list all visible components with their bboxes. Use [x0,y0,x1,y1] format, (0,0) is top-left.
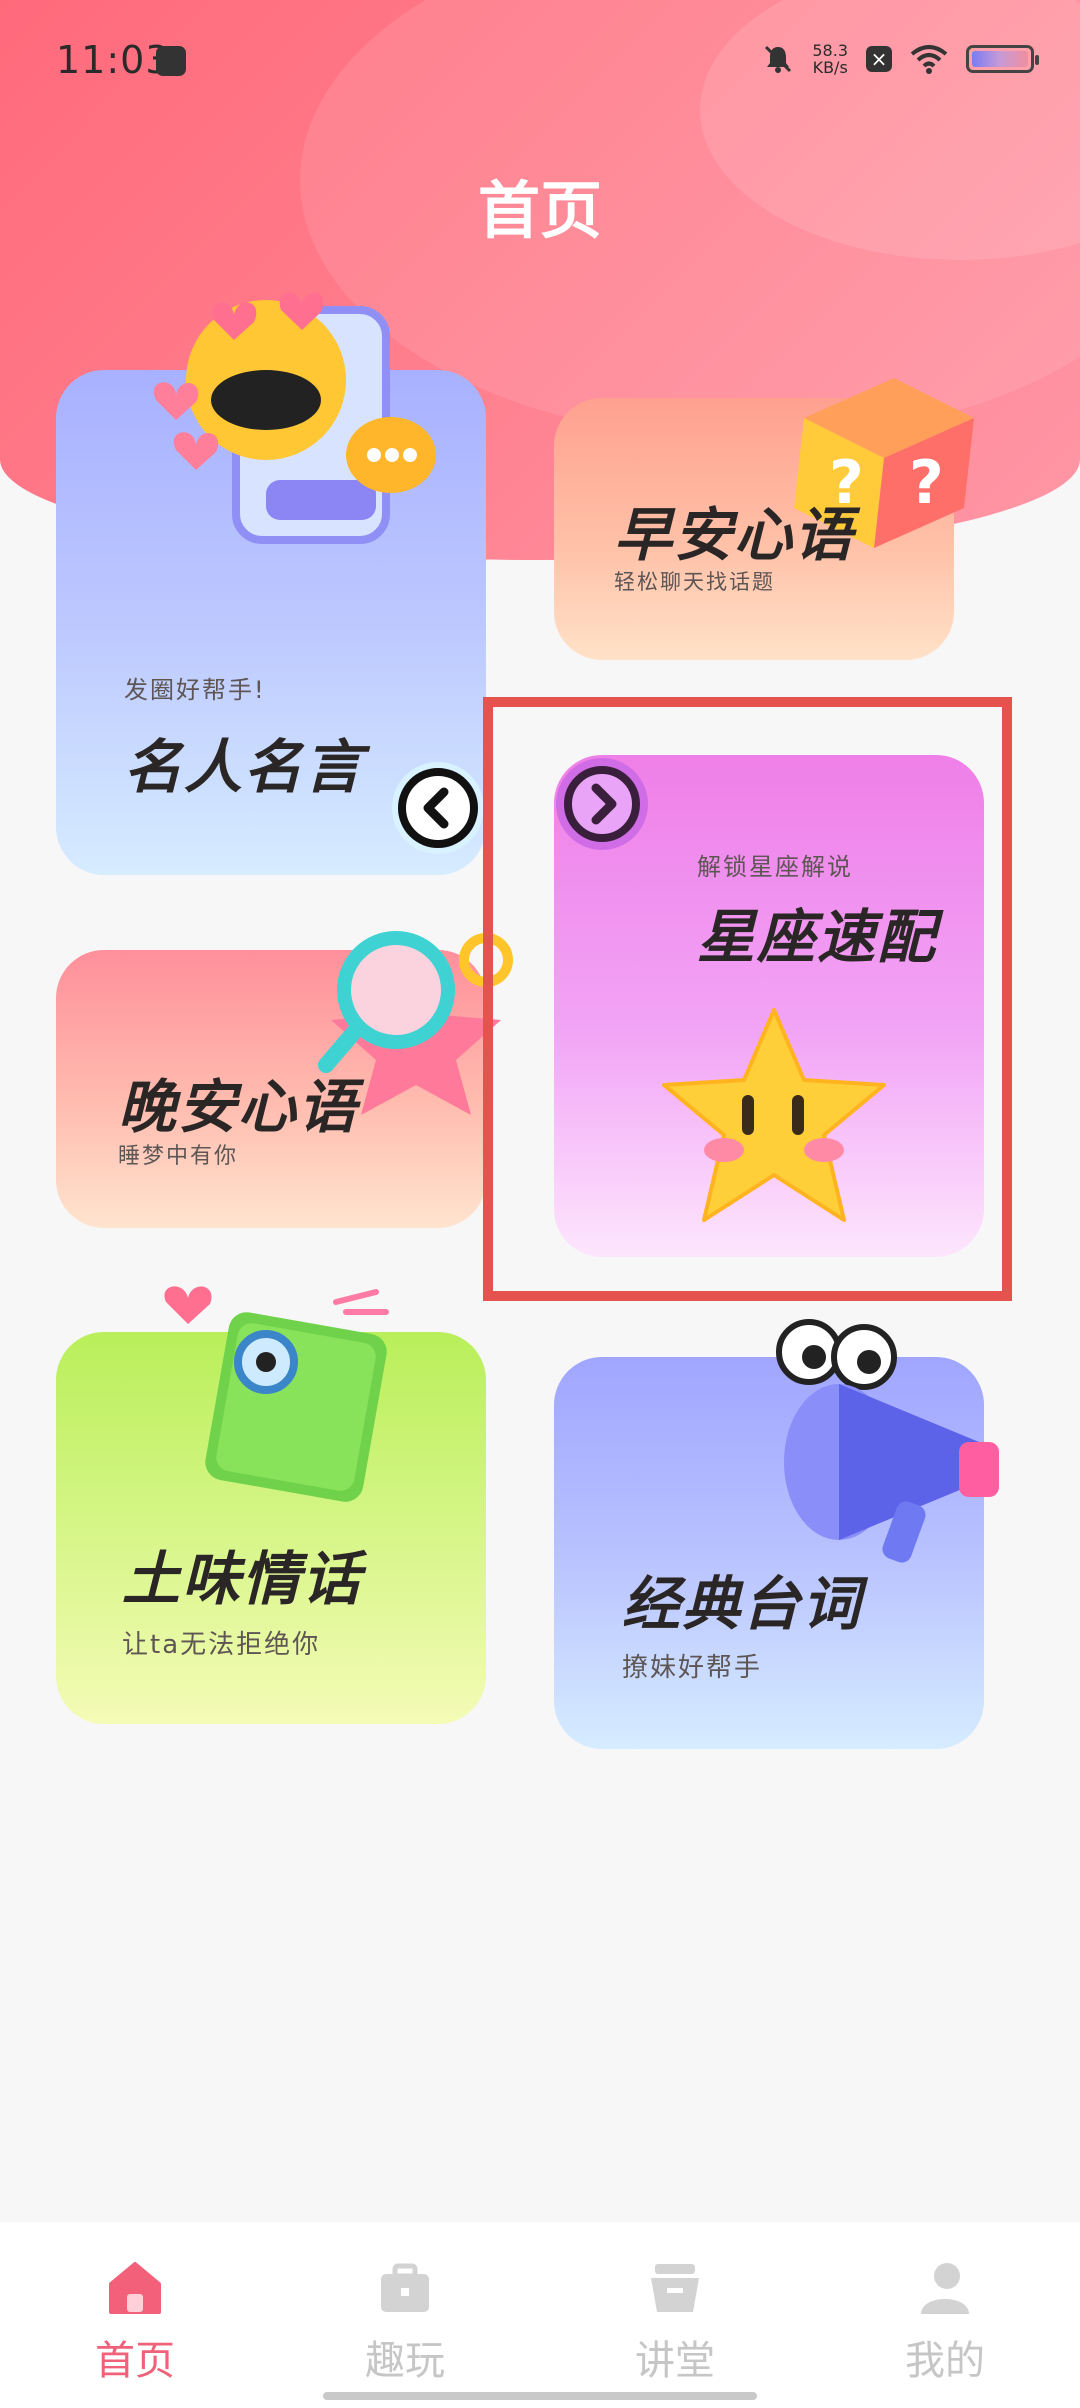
card-title: 土味情话 [122,1545,363,1613]
tab-label: 首页 [95,2338,175,2384]
network-speed: 58.3 KB/s [812,42,848,76]
battery-icon [966,45,1039,73]
wifi-icon [910,45,948,74]
scroll-left-button[interactable] [392,762,484,854]
svg-text:?: ? [909,448,944,518]
tab-home[interactable]: 首页 [0,2222,270,2408]
card-subtitle: 让ta无法拒绝你 [122,1630,321,1660]
tab-lecture[interactable]: 讲堂 [540,2222,810,2408]
card-title: 早安心语 [614,501,855,569]
network-speed-unit: KB/s [812,58,848,77]
card-cheesy-love-talk[interactable]: 土味情话 让ta无法拒绝你 [56,1286,486,1724]
notification-app-icon [156,46,186,76]
megaphone-character-illustration [776,1319,999,1563]
card-title: 名人名言 [124,733,365,801]
tab-label: 趣玩 [365,2338,445,2384]
page-title: 首页 [477,174,602,247]
selection-highlight-box [483,697,1012,1301]
card-classic-lines[interactable]: 经典台词 撩妹好帮手 [554,1319,999,1749]
laughing-emoji-phone-illustration [153,292,436,544]
bottom-tab-bar: 首页 趣玩 讲堂 我的 [0,2222,1080,2408]
person-icon [921,2263,969,2314]
card-good-morning[interactable]: ? ? 早安心语 轻松聊天找话题 [554,378,974,660]
home-icon [109,2262,161,2314]
sim-x-icon: × [866,46,892,72]
green-book-character-illustration [164,1286,389,1502]
card-good-night[interactable]: 晚安心语 睡梦中有你 [56,931,513,1228]
card-subtitle: 睡梦中有你 [118,1144,239,1169]
tab-label: 讲堂 [635,2338,715,2384]
card-subtitle: 轻松聊天找话题 [614,570,775,594]
briefcase-icon [381,2263,429,2312]
chevron-left-icon [398,768,478,848]
status-time: 11:03 [56,38,171,82]
basket-icon [651,2264,699,2312]
card-subtitle: 撩妹好帮手 [622,1653,763,1683]
status-bar: 11:03 58.3 KB/s × [0,0,1080,120]
tab-mine[interactable]: 我的 [810,2222,1080,2408]
mute-bell-icon [765,45,792,73]
card-title: 晚安心语 [118,1073,359,1141]
tab-label: 我的 [905,2338,985,2384]
tab-fun[interactable]: 趣玩 [270,2222,540,2408]
card-title: 经典台词 [622,1570,863,1638]
network-speed-value: 58.3 [812,41,848,60]
card-subtitle: 发圈好帮手! [124,676,266,704]
home-indicator[interactable] [323,2392,757,2400]
